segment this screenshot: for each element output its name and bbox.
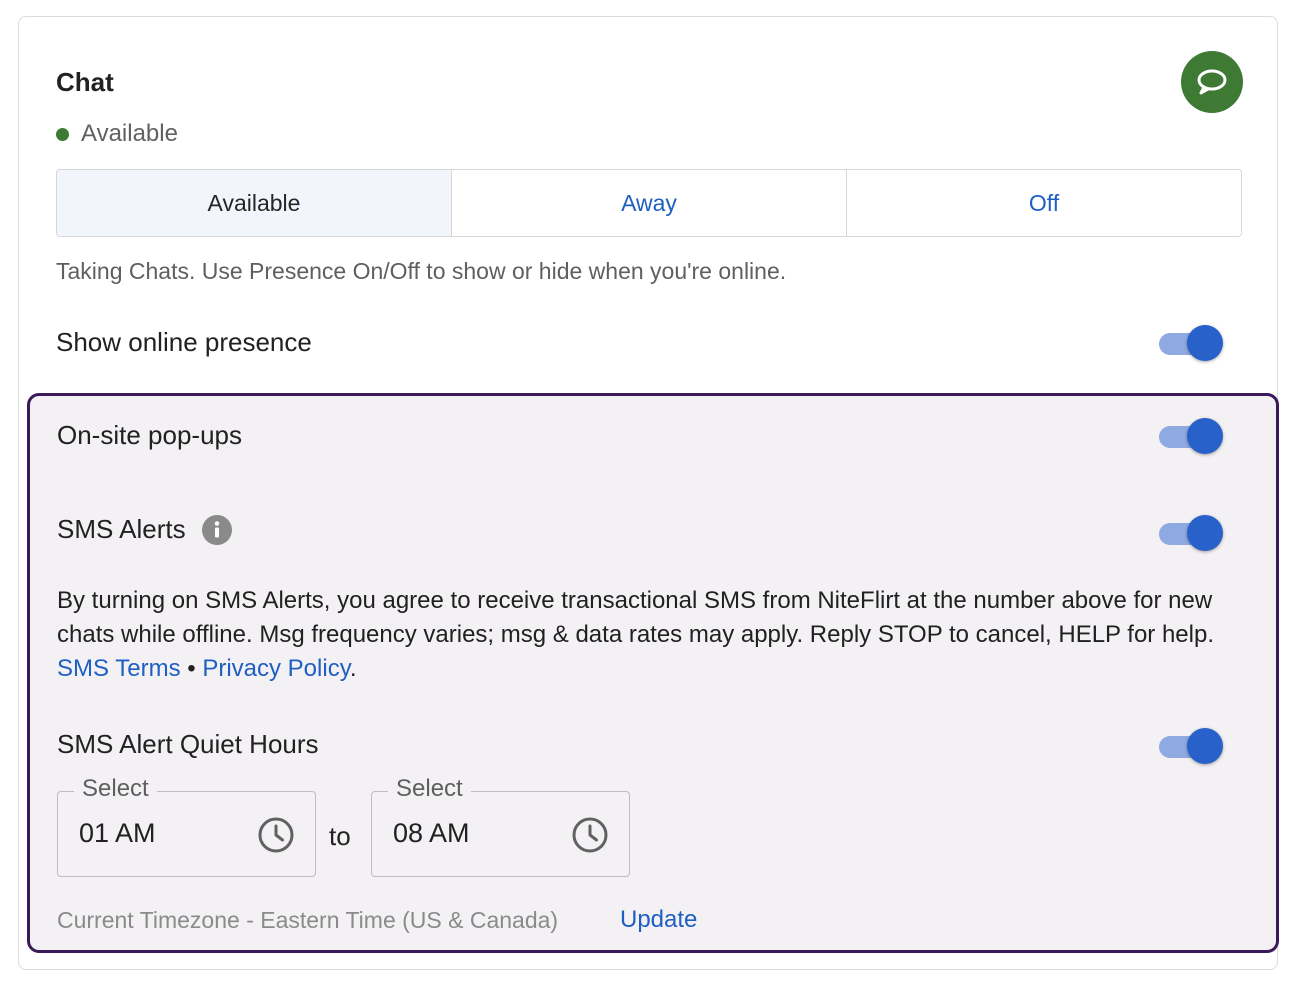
tab-off[interactable]: Off bbox=[847, 170, 1241, 236]
privacy-policy-link[interactable]: Privacy Policy bbox=[202, 655, 350, 682]
link-separator: • bbox=[187, 655, 196, 682]
clock-icon[interactable] bbox=[257, 816, 295, 854]
sms-alerts-label: SMS Alerts bbox=[57, 514, 186, 544]
chat-bubble-icon bbox=[1181, 51, 1243, 113]
start-field-label: Select bbox=[74, 775, 157, 803]
quiet-hours-label: SMS Alert Quiet Hours bbox=[57, 729, 319, 759]
quiet-hours-end-field[interactable]: Select 08 AM bbox=[371, 775, 630, 877]
quiet-hours-start-field[interactable]: Select 01 AM bbox=[57, 775, 316, 877]
end-field-label: Select bbox=[388, 775, 471, 803]
range-to-text: to bbox=[329, 821, 351, 851]
presence-status: Available bbox=[56, 120, 178, 148]
status-text: Available bbox=[81, 120, 178, 147]
sms-consent-text: By turning on SMS Alerts, you agree to r… bbox=[57, 584, 1237, 686]
sms-terms-link[interactable]: SMS Terms bbox=[57, 655, 181, 682]
clock-icon[interactable] bbox=[571, 816, 609, 854]
sms-alerts-toggle[interactable] bbox=[1157, 513, 1225, 553]
consent-period: . bbox=[349, 655, 357, 682]
tab-away[interactable]: Away bbox=[452, 170, 847, 236]
availability-help-text: Taking Chats. Use Presence On/Off to sho… bbox=[56, 258, 787, 284]
show-presence-label: Show online presence bbox=[56, 327, 312, 357]
status-dot-icon bbox=[56, 127, 69, 141]
card-title: Chat bbox=[56, 67, 114, 97]
consent-body: By turning on SMS Alerts, you agree to r… bbox=[57, 587, 1215, 648]
notifications-panel: On-site pop-ups SMS Alerts By turning on… bbox=[27, 393, 1279, 953]
tab-available[interactable]: Available bbox=[57, 170, 452, 236]
info-icon[interactable] bbox=[201, 514, 232, 545]
availability-selector: Available Away Off bbox=[56, 169, 1242, 237]
popups-toggle[interactable] bbox=[1157, 416, 1225, 456]
end-field-value: 08 AM bbox=[393, 818, 470, 848]
popups-label: On-site pop-ups bbox=[57, 420, 242, 450]
update-timezone-link[interactable]: Update bbox=[620, 906, 697, 934]
chat-settings-card: Chat Available Available Away Off Taking… bbox=[18, 16, 1279, 970]
timezone-text: Current Timezone - Eastern Time (US & Ca… bbox=[57, 907, 559, 933]
start-field-value: 01 AM bbox=[79, 818, 156, 848]
sms-alerts-row: SMS Alerts bbox=[57, 514, 232, 545]
quiet-hours-toggle[interactable] bbox=[1157, 726, 1225, 766]
show-presence-toggle[interactable] bbox=[1157, 323, 1225, 363]
